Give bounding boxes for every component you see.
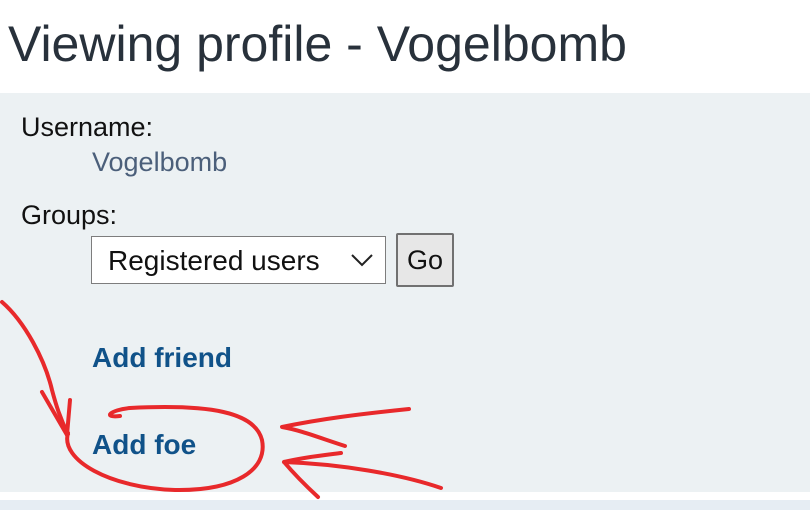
groups-select-value: Registered users bbox=[108, 245, 320, 276]
username-value: Vogelbomb bbox=[92, 147, 228, 177]
profile-page: Viewing profile - Vogelbomb Username: Vo… bbox=[0, 0, 810, 510]
go-button[interactable]: Go bbox=[396, 233, 454, 287]
profile-panel: Username: Vogelbomb Groups: Registered u… bbox=[0, 93, 810, 492]
groups-label: Groups: bbox=[21, 200, 118, 230]
chevron-down-icon bbox=[351, 254, 373, 267]
add-foe-link[interactable]: Add foe bbox=[92, 428, 196, 462]
add-friend-link[interactable]: Add friend bbox=[92, 341, 232, 375]
groups-select[interactable]: Registered users bbox=[91, 236, 386, 284]
username-label: Username: bbox=[21, 112, 154, 142]
page-title: Viewing profile - Vogelbomb bbox=[8, 16, 627, 72]
bottom-strip bbox=[0, 500, 810, 510]
